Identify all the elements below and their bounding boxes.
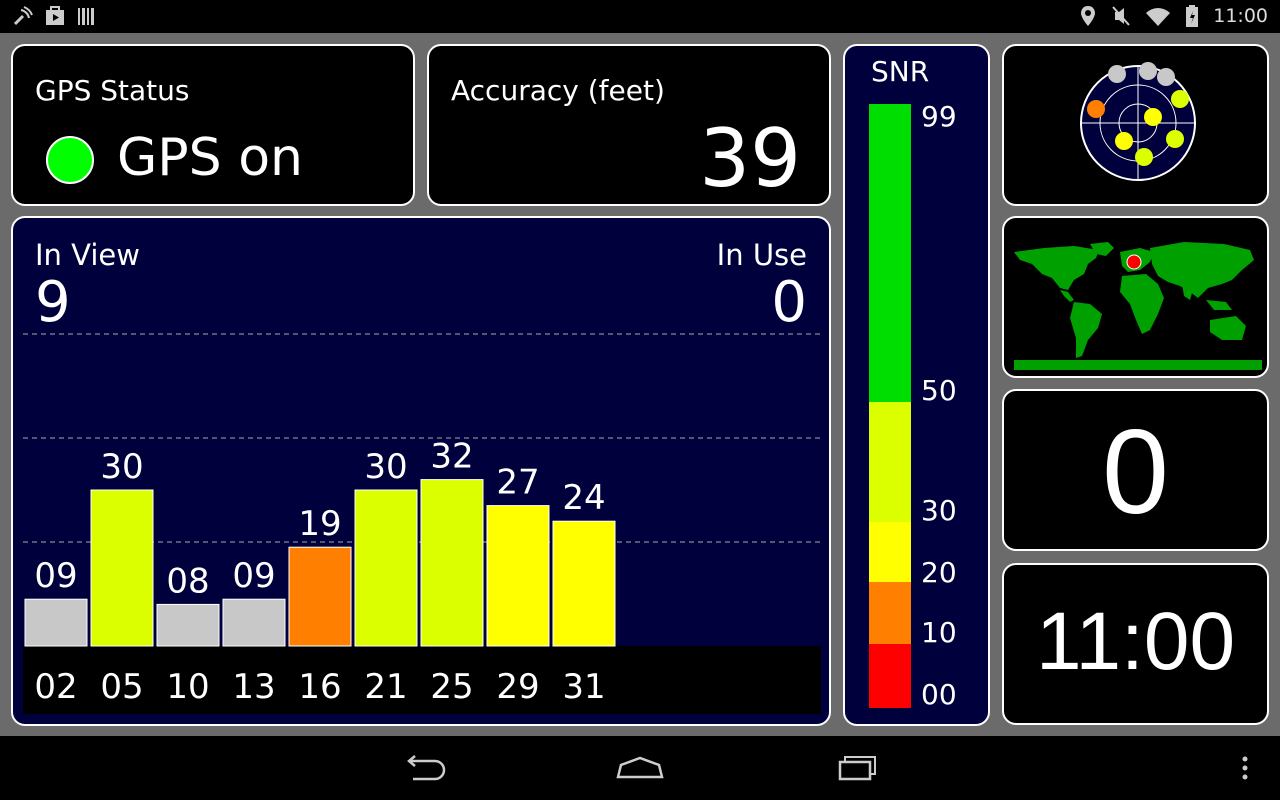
snr-band bbox=[869, 402, 911, 522]
location-marker bbox=[1126, 254, 1142, 270]
clock-card[interactable]: 11:00 bbox=[1002, 563, 1269, 725]
world-map bbox=[1014, 242, 1262, 370]
in-use-label: In Use bbox=[716, 238, 807, 272]
bar-value-label: 24 bbox=[562, 478, 605, 518]
snr-band bbox=[869, 644, 911, 708]
bar-value-label: 09 bbox=[34, 556, 77, 596]
gps-status-value: GPS on bbox=[117, 128, 303, 188]
bar-02 bbox=[24, 598, 88, 647]
home-icon bbox=[616, 756, 664, 779]
sky-satellite bbox=[1087, 100, 1105, 118]
bar-25 bbox=[420, 479, 484, 647]
recent-apps-button[interactable] bbox=[828, 750, 888, 786]
sky-satellite bbox=[1144, 108, 1162, 126]
snr-tick-label: 20 bbox=[921, 556, 957, 589]
battery-icon bbox=[1186, 5, 1199, 27]
sky-view bbox=[1080, 62, 1196, 181]
gps-status-indicator bbox=[46, 136, 94, 184]
gps-status-card[interactable]: GPS Status GPS on bbox=[11, 44, 415, 206]
location-icon bbox=[1081, 6, 1096, 26]
bar-value-label: 09 bbox=[232, 556, 275, 596]
satellites-card[interactable]: 09 02 30 05 08 10 09 13 19 16 30 21 32 25 27 29 24 31 In … bbox=[11, 216, 831, 726]
overflow-menu-button[interactable] bbox=[1215, 750, 1275, 786]
count-card[interactable]: 0 bbox=[1002, 389, 1269, 551]
bar-21 bbox=[354, 489, 418, 647]
bar-value-label: 30 bbox=[100, 447, 143, 487]
satellite-id-label: 21 bbox=[364, 667, 407, 707]
sky-satellite bbox=[1108, 65, 1126, 83]
overflow-menu-icon bbox=[1242, 756, 1248, 780]
back-icon bbox=[407, 755, 446, 781]
snr-legend-card: SNR 99 50 30 20 10 00 bbox=[843, 44, 990, 726]
bar-value-label: 27 bbox=[496, 463, 539, 503]
satellite-id-label: 29 bbox=[496, 667, 539, 707]
gps-dashboard: GPS Status GPS on Accuracy (feet) 39 09 0… bbox=[0, 33, 1280, 736]
in-view-value: 9 bbox=[35, 270, 71, 335]
bar-31 bbox=[552, 520, 616, 647]
recent-apps-icon bbox=[838, 756, 876, 781]
accuracy-value: 39 bbox=[699, 112, 801, 205]
sky-satellite bbox=[1171, 90, 1189, 108]
accuracy-label: Accuracy (feet) bbox=[451, 74, 665, 107]
bar-value-label: 08 bbox=[166, 561, 209, 601]
bar-value-label: 19 bbox=[298, 504, 341, 544]
snr-title: SNR bbox=[871, 55, 929, 88]
snr-bar-chart: 09 02 30 05 08 10 09 13 19 16 30 21 32 25 27 29 24 31 bbox=[23, 333, 821, 714]
snr-tick-label: 30 bbox=[921, 494, 957, 527]
mute-icon bbox=[1112, 6, 1130, 26]
status-bar-clock: 11:00 bbox=[1213, 5, 1268, 27]
navigation-bar bbox=[0, 736, 1280, 800]
snr-tick-label: 50 bbox=[921, 374, 957, 407]
in-view-label: In View bbox=[35, 238, 140, 272]
satellite-id-label: 05 bbox=[100, 667, 143, 707]
sky-view-card[interactable] bbox=[1002, 44, 1269, 206]
bar-value-label: 30 bbox=[364, 447, 407, 487]
satellite-id-label: 16 bbox=[298, 667, 341, 707]
snr-tick-label: 00 bbox=[921, 678, 957, 711]
bar-10 bbox=[156, 603, 220, 647]
gps-status-label: GPS Status bbox=[35, 74, 190, 107]
back-button[interactable] bbox=[394, 750, 454, 786]
snr-band bbox=[869, 522, 911, 582]
wifi-icon bbox=[1146, 8, 1171, 26]
snr-tick-label: 10 bbox=[921, 616, 957, 649]
bar-16 bbox=[288, 546, 352, 647]
accuracy-card[interactable]: Accuracy (feet) 39 bbox=[427, 44, 831, 206]
satellite-id-label: 13 bbox=[232, 667, 275, 707]
barcode-icon bbox=[78, 8, 94, 25]
bar-29 bbox=[486, 505, 550, 647]
sky-satellite bbox=[1135, 148, 1153, 166]
status-bar-notifications bbox=[12, 5, 96, 27]
status-bar: 11:00 bbox=[0, 0, 1280, 33]
sky-satellite bbox=[1157, 68, 1175, 86]
home-button[interactable] bbox=[610, 750, 670, 786]
sky-satellite bbox=[1139, 62, 1157, 80]
sync-icon bbox=[13, 6, 33, 26]
snr-band bbox=[869, 104, 911, 402]
satellite-id-label: 10 bbox=[166, 667, 209, 707]
satellite-id-label: 02 bbox=[34, 667, 77, 707]
in-use-value: 0 bbox=[771, 270, 807, 335]
bar-value-label: 32 bbox=[430, 437, 473, 477]
bar-05 bbox=[90, 489, 154, 647]
clock-value: 11:00 bbox=[1035, 596, 1236, 687]
world-map-card[interactable] bbox=[1002, 216, 1269, 378]
snr-tick-label: 99 bbox=[921, 100, 957, 133]
bar-13 bbox=[222, 598, 286, 647]
play-store-icon bbox=[46, 6, 64, 25]
snr-scale: SNR 99 50 30 20 10 00 bbox=[869, 55, 957, 711]
count-value: 0 bbox=[1102, 405, 1169, 539]
sky-satellite bbox=[1115, 132, 1133, 150]
satellite-id-label: 31 bbox=[562, 667, 605, 707]
sky-satellite bbox=[1166, 130, 1184, 148]
satellite-id-label: 25 bbox=[430, 667, 473, 707]
status-bar-system: 11:00 bbox=[1079, 4, 1268, 28]
snr-band bbox=[869, 582, 911, 644]
